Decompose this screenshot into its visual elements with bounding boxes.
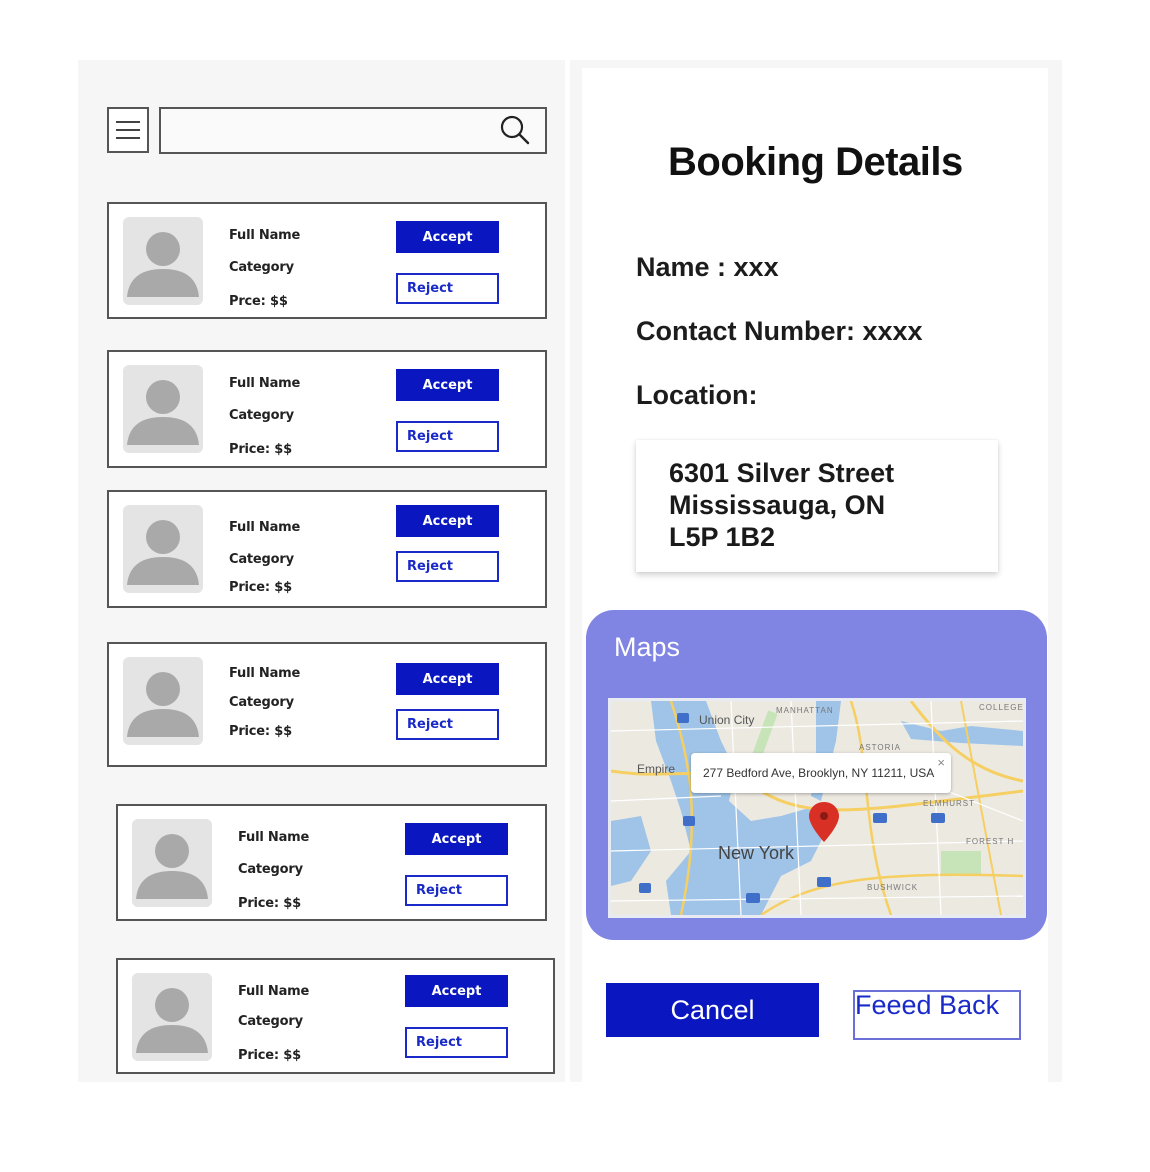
cancel-button[interactable]: Cancel	[606, 983, 819, 1037]
user-avatar-icon	[127, 520, 199, 585]
contact-number: Contact Number: xxxx	[636, 316, 923, 346]
reject-button[interactable]: Reject	[396, 273, 499, 304]
menu-icon-line	[116, 129, 140, 131]
booking-card: Full Name Category Price: $$ Accept Reject	[107, 350, 547, 468]
price-label: Price: $$	[229, 724, 292, 739]
menu-icon[interactable]	[107, 107, 149, 153]
reject-button[interactable]: Reject	[396, 551, 499, 582]
map-info-window: 277 Bedford Ave, Brooklyn, NY 11211, USA…	[691, 753, 951, 793]
avatar	[123, 217, 203, 305]
menu-icon-line	[116, 137, 140, 139]
reject-button[interactable]: Reject	[396, 709, 499, 740]
accept-button[interactable]: Accept	[396, 221, 499, 253]
map-label-union-city: Union City	[699, 713, 755, 727]
map-label-bushwick: BUSHWICK	[867, 883, 919, 892]
address-line-3: L5P 1B2	[669, 522, 776, 552]
full-name-label: Full Name	[238, 830, 310, 845]
map-label-college: COLLEGE	[979, 703, 1024, 712]
full-name-label: Full Name	[229, 520, 301, 535]
user-avatar-icon	[127, 380, 199, 445]
price-label: Price: $$	[229, 442, 292, 457]
reject-button[interactable]: Reject	[405, 1027, 508, 1058]
avatar	[123, 505, 203, 593]
location-label: Location:	[636, 380, 758, 410]
reject-button[interactable]: Reject	[396, 421, 499, 452]
booking-card: Full Name Category Price: $$ Accept Reject	[116, 958, 555, 1074]
user-avatar-icon	[136, 834, 208, 899]
accept-button[interactable]: Accept	[396, 663, 499, 695]
user-avatar-icon	[127, 672, 199, 737]
booking-card: Full Name Category Price: $$ Accept Reject	[116, 804, 547, 921]
category-label: Category	[229, 260, 294, 275]
full-name-label: Full Name	[229, 666, 301, 681]
full-name-label: Full Name	[229, 376, 301, 391]
customer-name: Name : xxx	[636, 252, 779, 282]
price-label: Prce: $$	[229, 294, 288, 309]
accept-button[interactable]: Accept	[405, 975, 508, 1007]
accept-button[interactable]: Accept	[405, 823, 508, 855]
accept-button[interactable]: Accept	[396, 505, 499, 537]
maps-title: Maps	[614, 632, 681, 662]
address-line-2: Mississauga, ON	[669, 490, 886, 520]
map-label-astoria: ASTORIA	[859, 743, 901, 752]
menu-icon-line	[116, 121, 140, 123]
price-label: Price: $$	[229, 580, 292, 595]
address-line-1: 6301 Silver Street	[669, 458, 895, 488]
feedback-button-label: Feeed Back	[855, 990, 1000, 1020]
map-label-elmhurst: ELMHURST	[923, 799, 976, 808]
map-label-new-york: New York	[718, 843, 795, 863]
search-icon[interactable]	[499, 114, 531, 146]
address-card: 6301 Silver Street Mississauga, ON L5P 1…	[636, 440, 998, 572]
avatar	[123, 657, 203, 745]
feedback-button[interactable]: Feeed Back	[853, 990, 1021, 1040]
close-icon[interactable]: ×	[937, 755, 945, 770]
map-info-address: 277 Bedford Ave, Brooklyn, NY 11211, USA	[703, 766, 935, 780]
user-avatar-icon	[127, 232, 199, 297]
category-label: Category	[229, 695, 294, 710]
category-label: Category	[229, 408, 294, 423]
avatar	[132, 973, 212, 1061]
category-label: Category	[238, 1014, 303, 1029]
map-graphic	[611, 701, 1023, 915]
map-label-forest-hills: FOREST H	[966, 837, 1015, 846]
accept-button[interactable]: Accept	[396, 369, 499, 401]
map-view[interactable]: Union City MANHATTAN ASTORIA COLLEGE Emp…	[608, 698, 1026, 918]
search-box[interactable]	[159, 107, 547, 154]
price-label: Price: $$	[238, 896, 301, 911]
full-name-label: Full Name	[238, 984, 310, 999]
booking-card: Full Name Category Price: $$ Accept Reject	[107, 642, 547, 767]
map-label-empire: Empire	[637, 762, 676, 776]
page-title: Booking Details	[668, 140, 963, 184]
avatar	[132, 819, 212, 907]
maps-card: Maps Union City MANHATTAN ASTORIA COLLEG…	[586, 610, 1047, 940]
booking-card: Full Name Category Price: $$ Accept Reject	[107, 490, 547, 608]
avatar	[123, 365, 203, 453]
category-label: Category	[229, 552, 294, 567]
price-label: Price: $$	[238, 1048, 301, 1063]
booking-card: Full Name Category Prce: $$ Accept Reject	[107, 202, 547, 319]
user-avatar-icon	[136, 988, 208, 1053]
full-name-label: Full Name	[229, 228, 301, 243]
reject-button[interactable]: Reject	[405, 875, 508, 906]
search-input[interactable]	[167, 113, 491, 149]
category-label: Category	[238, 862, 303, 877]
map-label-manhattan: MANHATTAN	[776, 706, 834, 715]
